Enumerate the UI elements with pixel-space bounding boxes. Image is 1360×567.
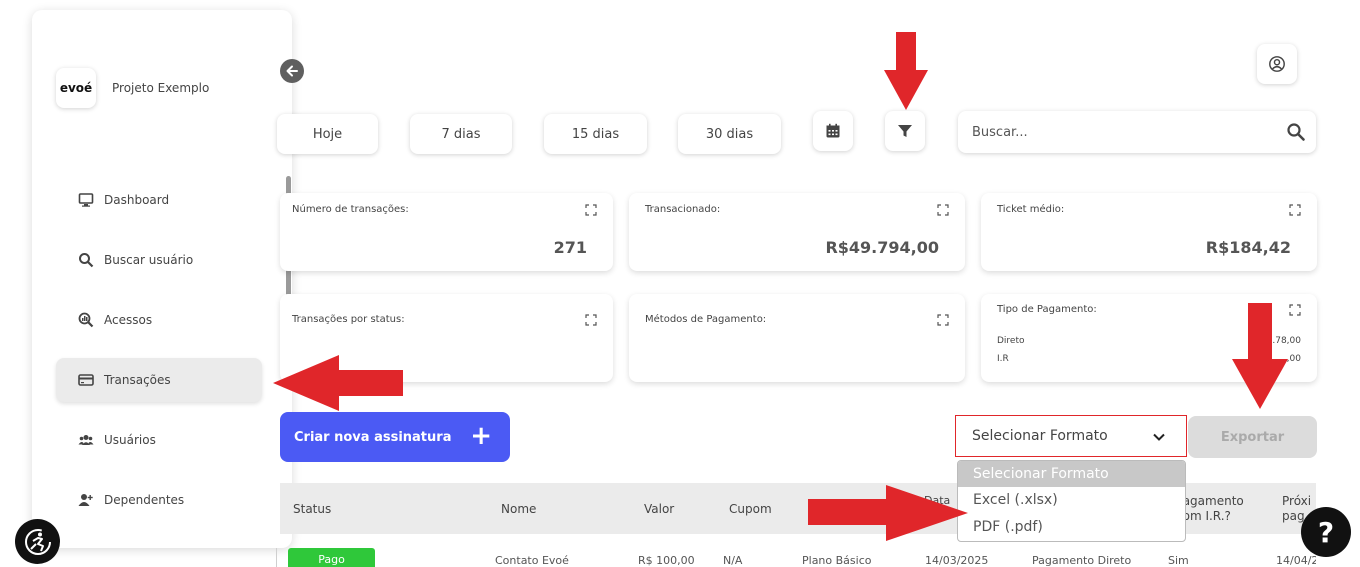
user-profile-button[interactable]	[1257, 44, 1297, 84]
format-option-pdf[interactable]: PDF (.pdf)	[958, 514, 1185, 541]
user-circle-icon	[1269, 56, 1285, 72]
card-value: 271	[553, 238, 587, 257]
accessibility-button[interactable]	[15, 519, 60, 564]
range-today-button[interactable]: Hoje	[277, 114, 378, 154]
sidebar-item-label: Dashboard	[104, 193, 170, 207]
column-header-pagamento-ir[interactable]: Pagamento com I.R.?	[1176, 494, 1256, 524]
card-numero-transacoes: Número de transações: 271	[280, 193, 613, 271]
cell-tipo-pagamento: Pagamento Direto	[1032, 554, 1132, 567]
export-button[interactable]: Exportar	[1188, 416, 1317, 458]
column-header-nome[interactable]: Nome	[501, 502, 536, 516]
sidebar-item-dependentes[interactable]: Dependentes	[56, 478, 262, 522]
chevron-down-icon	[1153, 433, 1165, 441]
sidebar-item-label: Transações	[104, 373, 171, 387]
calendar-icon	[826, 123, 840, 138]
range-30-days-button[interactable]: 30 dias	[678, 114, 781, 154]
range-7-days-button[interactable]: 7 dias	[410, 114, 512, 154]
cell-plano: Plano Básico	[802, 554, 872, 567]
expand-icon[interactable]	[585, 314, 597, 326]
annotation-arrow-down-icon	[1232, 303, 1288, 409]
cell-cupom: N/A	[723, 554, 743, 567]
cell-nome: Contato Evoé	[495, 554, 569, 567]
search-input[interactable]	[972, 121, 1272, 143]
annotation-arrow-down-icon	[884, 32, 928, 110]
status-badge: Pago	[288, 548, 375, 567]
cell-valor: R$ 100,00	[638, 554, 695, 567]
sidebar-item-label: Usuários	[104, 433, 156, 447]
search-box	[958, 111, 1316, 153]
annotation-arrow-left-icon	[273, 355, 403, 411]
monitor-icon	[78, 192, 94, 208]
brand: evoé Projeto Exemplo	[56, 68, 209, 108]
help-icon: ?	[1317, 515, 1335, 549]
filter-icon	[898, 125, 912, 137]
card-value: R$49.794,00	[825, 238, 939, 257]
format-select[interactable]: Selecionar Formato	[955, 415, 1187, 457]
credit-card-icon	[78, 372, 94, 388]
sidebar-item-label: Dependentes	[104, 493, 185, 507]
card-label: Métodos de Pagamento:	[645, 314, 767, 325]
search-icon[interactable]	[1286, 122, 1306, 142]
sidebar: evoé Projeto Exemplo Dashboard Buscar us…	[32, 10, 292, 548]
sidebar-item-transacoes[interactable]: Transações	[56, 358, 262, 402]
card-label: Transacionado:	[645, 204, 721, 215]
payment-type-name: Direto	[997, 336, 1025, 346]
expand-icon[interactable]	[937, 314, 949, 326]
card-value: R$184,42	[1205, 238, 1291, 257]
format-dropdown: Selecionar Formato Excel (.xlsx) PDF (.p…	[957, 460, 1186, 542]
sidebar-item-dashboard[interactable]: Dashboard	[56, 178, 262, 222]
sidebar-item-label: Acessos	[104, 313, 153, 327]
search-icon	[78, 252, 94, 268]
accessibility-icon	[24, 528, 51, 555]
card-transacionado: Transacionado: R$49.794,00	[629, 193, 965, 271]
arrow-left-icon	[286, 65, 298, 77]
column-header-valor[interactable]: Valor	[644, 502, 674, 516]
expand-icon[interactable]	[1289, 204, 1301, 216]
magnifier-chart-icon	[78, 312, 94, 328]
calendar-button[interactable]	[813, 111, 853, 151]
sidebar-item-acessos[interactable]: Acessos	[56, 298, 262, 342]
user-plus-icon	[78, 492, 94, 508]
expand-icon[interactable]	[937, 204, 949, 216]
sidebar-item-usuarios[interactable]: Usuários	[56, 418, 262, 462]
sidebar-item-label: Buscar usuário	[104, 253, 194, 267]
expand-icon[interactable]	[585, 204, 597, 216]
card-label: Número de transações:	[292, 204, 409, 215]
expand-icon[interactable]	[1289, 304, 1301, 316]
card-ticket-medio: Ticket médio: R$184,42	[981, 193, 1317, 271]
payment-type-name: I.R	[997, 354, 1009, 364]
card-label: Transações por status:	[292, 314, 405, 325]
column-header-cupom[interactable]: Cupom	[729, 502, 772, 516]
format-selected-value: Selecionar Formato	[972, 428, 1108, 444]
annotation-arrow-right-icon	[808, 485, 968, 541]
project-name: Projeto Exemplo	[112, 81, 210, 95]
format-option-default[interactable]: Selecionar Formato	[958, 461, 1185, 487]
create-subscription-label: Criar nova assinatura	[294, 429, 452, 445]
cell-proximo: 14/04/2	[1276, 554, 1316, 567]
column-header-status[interactable]: Status	[293, 502, 331, 516]
cell-ir: Sim	[1168, 554, 1189, 567]
collapse-sidebar-button[interactable]	[280, 59, 304, 83]
create-subscription-button[interactable]: Criar nova assinatura +	[280, 412, 510, 462]
card-metodos-pagamento: Métodos de Pagamento:	[629, 294, 965, 382]
filter-button[interactable]	[885, 111, 925, 151]
range-15-days-button[interactable]: 15 dias	[544, 114, 647, 154]
help-button[interactable]: ?	[1301, 507, 1351, 557]
plus-icon: +	[470, 421, 492, 451]
card-label: Tipo de Pagamento:	[997, 304, 1097, 315]
brand-logo[interactable]: evoé	[56, 68, 96, 108]
users-icon	[78, 432, 94, 448]
format-option-excel[interactable]: Excel (.xlsx)	[958, 487, 1185, 514]
table-divider	[276, 548, 277, 567]
card-label: Ticket médio:	[997, 204, 1065, 215]
sidebar-item-buscar-usuario[interactable]: Buscar usuário	[56, 238, 262, 282]
cell-data: 14/03/2025	[925, 554, 989, 567]
